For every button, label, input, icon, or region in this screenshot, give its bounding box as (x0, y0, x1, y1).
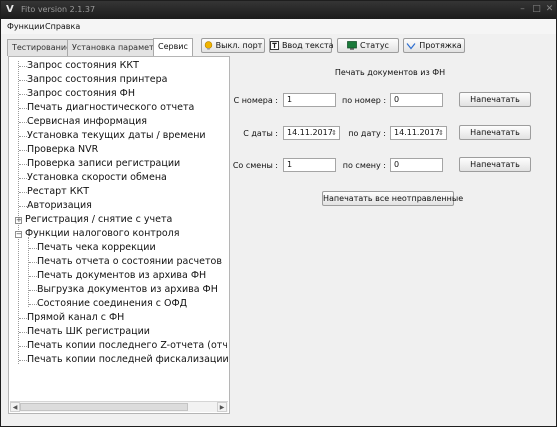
to-number-input[interactable]: 0 (390, 93, 443, 107)
collapse-icon[interactable]: − (15, 231, 22, 238)
tab-service[interactable]: Сервис (153, 38, 193, 56)
port-off-label: Выкл. порт (215, 41, 263, 50)
text-input-label: Ввод текста (282, 41, 334, 50)
from-shift-input[interactable]: 1 (283, 158, 336, 172)
tree-connector (19, 94, 27, 95)
print-all-unsent-button[interactable]: Напечатать все неотправленные (322, 191, 463, 206)
tree-item-baud-rate[interactable]: Установка скорости обмена (27, 172, 167, 184)
status-button[interactable]: Статус (337, 38, 399, 53)
tree-item-last-fiscalization-copy[interactable]: Печать копии последней фискализации (27, 354, 229, 366)
tree-item-set-datetime[interactable]: Установка текущих даты / времени (27, 130, 206, 142)
menu-bar: Функции Справка (1, 19, 556, 34)
tree-item-diagnostic-report[interactable]: Печать диагностического отчета (27, 102, 194, 114)
port-off-button[interactable]: Выкл. порт (201, 38, 265, 53)
status-bar (1, 414, 556, 426)
tree-connector (19, 332, 27, 333)
from-date-value: 14.11.2017 (287, 128, 333, 137)
tree-item-printer-status[interactable]: Запрос состояния принтера (27, 74, 168, 86)
tree-item-print-fn-archive[interactable]: Печать документов из архива ФН (37, 270, 206, 282)
tree-connector (29, 248, 37, 249)
tree-item-service-info[interactable]: Сервисная информация (27, 116, 147, 128)
tree-item-print-barcode[interactable]: Печать ШК регистрации (27, 326, 150, 338)
tree-connector (19, 66, 27, 67)
text-input-button[interactable]: Ввод текста (269, 38, 334, 54)
tree-item-restart-kkt[interactable]: Рестарт ККТ (27, 186, 89, 198)
tree-connector (19, 206, 27, 207)
menu-functions[interactable]: Функции (7, 21, 45, 32)
to-date-picker[interactable]: 14.11.2017 ⇕ (390, 126, 447, 140)
spin-icon[interactable]: ⇕ (331, 128, 337, 138)
tree-item-check-registration[interactable]: Проверка записи регистрации (27, 158, 180, 170)
tree-connector (29, 304, 37, 305)
scroll-right-icon[interactable]: ▶ (217, 402, 227, 412)
title-bar[interactable]: V Fito version 2.1.37 – □ ✕ (1, 1, 556, 19)
chevron-down-icon (406, 41, 416, 54)
tree-connector (19, 80, 27, 81)
service-tree[interactable]: Запрос состояния ККТ Запрос состояния пр… (8, 56, 230, 414)
horizontal-scrollbar[interactable]: ◀ ▶ (10, 401, 228, 412)
tree-connector (19, 108, 27, 109)
tree-item-fn-status[interactable]: Запрос состояния ФН (27, 88, 135, 100)
tree-connector (19, 192, 27, 193)
from-date-picker[interactable]: 14.11.2017 ⇕ (283, 126, 340, 140)
tree-connector (29, 276, 37, 277)
close-icon[interactable]: ✕ (543, 3, 556, 16)
from-number-input[interactable]: 1 (283, 93, 336, 107)
window-title: Fito version 2.1.37 (21, 5, 96, 14)
tree-connector (19, 346, 27, 347)
tree-item-last-z-report-copy[interactable]: Печать копии последнего Z-отчета (отчета… (27, 340, 227, 352)
scroll-left-icon[interactable]: ◀ (10, 402, 20, 412)
from-date-label: С даты : (243, 129, 278, 138)
tree-item-settlement-report[interactable]: Печать отчета о состоянии расчетов (37, 256, 222, 268)
to-date-value: 14.11.2017 (394, 128, 440, 137)
menu-help[interactable]: Справка (45, 21, 80, 32)
from-number-label: С номера : (233, 96, 278, 105)
toolbar: Тестирование Установка параметров Сервис… (1, 34, 556, 56)
scrollbar-thumb[interactable] (20, 403, 188, 411)
app-window: V Fito version 2.1.37 – □ ✕ Функции Спра… (0, 0, 557, 427)
from-shift-label: Со смены : (232, 161, 278, 170)
tab-testing[interactable]: Тестирование (7, 39, 77, 56)
fito-logo-icon: V (6, 4, 14, 15)
to-number-label: по номер : (342, 96, 387, 105)
tree-connector (19, 178, 27, 179)
tree-connector (19, 318, 27, 319)
tree-item-kkt-status[interactable]: Запрос состояния ККТ (27, 60, 139, 72)
minimize-icon[interactable]: – (516, 3, 529, 16)
tree-item-check-nvr[interactable]: Проверка NVR (27, 144, 98, 156)
tree-item-fn-direct-channel[interactable]: Прямой канал с ФН (27, 312, 124, 324)
maximize-icon[interactable]: □ (530, 3, 543, 16)
panel-title: Печать документов из ФН (334, 68, 446, 77)
tree-item-ofd-connection[interactable]: Состояние соединения с ОФД (37, 298, 187, 310)
fn-print-panel: Печать документов из ФН С номера : 1 по … (230, 56, 548, 414)
expand-icon[interactable]: + (15, 217, 22, 224)
to-shift-input[interactable]: 0 (390, 158, 443, 172)
tree-item-export-fn-archive[interactable]: Выгрузка документов из архива ФН (37, 284, 218, 296)
tree-item-registration[interactable]: Регистрация / снятие с учета (25, 214, 172, 226)
tree-connector (29, 262, 37, 263)
print-by-number-button[interactable]: Напечатать (459, 92, 531, 107)
feed-button[interactable]: Протяжка (403, 38, 465, 53)
status-label: Статус (360, 41, 389, 50)
tree-connector (19, 122, 27, 123)
print-by-shift-button[interactable]: Напечатать (459, 157, 531, 172)
tree-item-correction-receipt[interactable]: Печать чека коррекции (37, 242, 156, 254)
spin-icon[interactable]: ⇕ (438, 128, 444, 138)
tree-connector (29, 290, 37, 291)
tree-connector (19, 150, 27, 151)
tree-connector (19, 164, 27, 165)
to-date-label: по дату : (348, 129, 386, 138)
feed-label: Протяжка (419, 41, 462, 50)
tree-item-authorization[interactable]: Авторизация (27, 200, 92, 212)
to-shift-label: по смену : (342, 161, 386, 170)
status-monitor-icon (347, 41, 357, 54)
text-box-icon (270, 41, 279, 54)
print-by-date-button[interactable]: Напечатать (459, 125, 531, 140)
bulb-icon (204, 41, 213, 54)
tree-item-tax-control[interactable]: Функции налогового контроля (25, 228, 179, 240)
tree-connector (19, 360, 27, 361)
tree-connector (19, 136, 27, 137)
